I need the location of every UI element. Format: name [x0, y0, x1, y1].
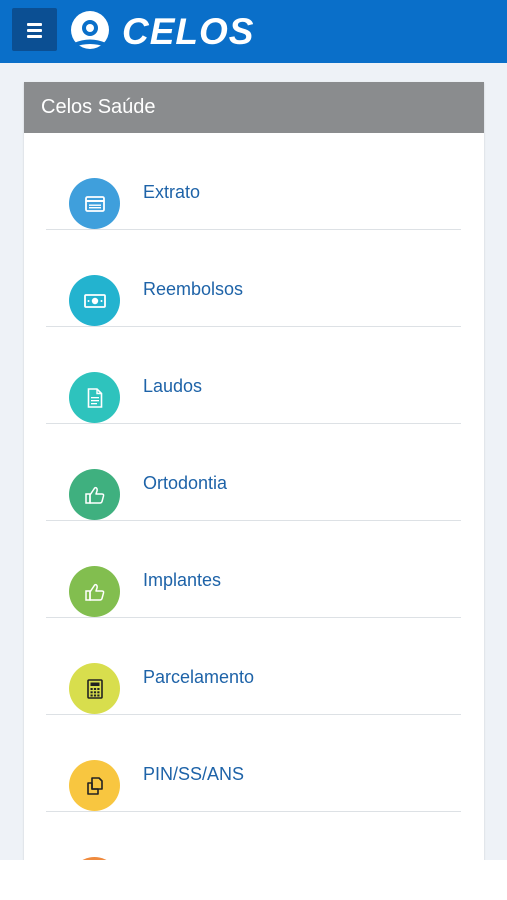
menu-item-partial[interactable] — [46, 812, 461, 860]
celos-logo[interactable]: CELOS — [66, 10, 254, 54]
menu-item-implantes[interactable]: Implantes — [46, 521, 461, 618]
menu-button[interactable] — [12, 8, 57, 51]
menu-list: Extrato Reembolsos Laudos Ortodontia Imp… — [46, 133, 461, 860]
menu-item-label: PIN/SS/ANS — [143, 764, 245, 784]
menu-item-reembolsos[interactable]: Reembolsos — [46, 230, 461, 327]
menu-item-label: Ortodontia — [143, 473, 228, 493]
document-icon — [69, 372, 120, 423]
menu-item-label: Extrato — [143, 182, 201, 202]
menu-item-label: Laudos — [143, 376, 203, 396]
menu-item-parcelamento[interactable]: Parcelamento — [46, 618, 461, 715]
hamburger-menu-icon — [27, 35, 42, 38]
logo-mark-icon — [71, 11, 109, 49]
celos-saude-card: Celos Saúde Extrato Reembolsos Laudos Or… — [24, 82, 484, 860]
menu-item-circle-icon — [69, 857, 120, 860]
card-header: Celos Saúde — [24, 82, 484, 133]
menu-item-label: Reembolsos — [143, 279, 244, 299]
section-title: Celos Saúde — [41, 96, 156, 118]
calculator-icon — [69, 663, 120, 714]
menu-item-label: Parcelamento — [143, 667, 255, 687]
hamburger-menu-icon — [27, 29, 42, 32]
menu-item-laudos[interactable]: Laudos — [46, 327, 461, 424]
money-icon — [69, 275, 120, 326]
hamburger-menu-icon — [27, 23, 42, 26]
app-viewport: CELOS Celos Saúde Extrato Reembolsos Lau… — [0, 0, 507, 860]
menu-item-label: Implantes — [143, 570, 222, 590]
thumbs-up-icon — [69, 469, 120, 520]
logo-text: CELOS — [122, 11, 255, 52]
menu-item-ortodontia[interactable]: Ortodontia — [46, 424, 461, 521]
thumbs-up-icon — [69, 566, 120, 617]
top-app-bar: CELOS — [0, 0, 507, 63]
menu-item-extrato[interactable]: Extrato — [46, 133, 461, 230]
copy-icon — [69, 760, 120, 811]
menu-item-pin-ss-ans[interactable]: PIN/SS/ANS — [46, 715, 461, 812]
statement-icon — [69, 178, 120, 229]
